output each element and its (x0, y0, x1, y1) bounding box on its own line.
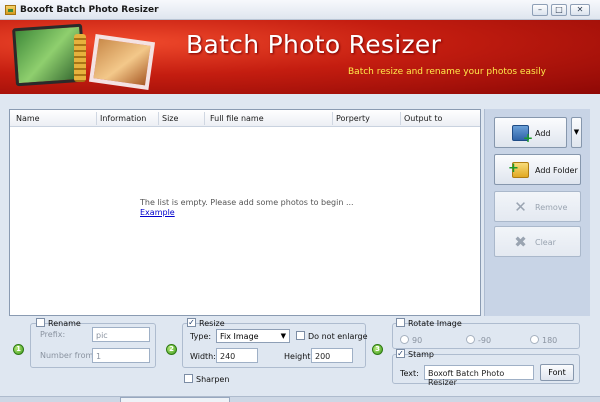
app-icon (5, 5, 16, 15)
add-photo-icon (512, 125, 533, 145)
column-header-information[interactable]: Information (100, 114, 146, 123)
rotate-minus-90-radio[interactable] (466, 335, 475, 344)
step-3-badge: 3 (372, 344, 383, 355)
stamp-label: Stamp (408, 350, 434, 359)
height-input[interactable]: 200 (311, 348, 353, 363)
font-button[interactable]: Font (540, 364, 574, 381)
banner-film-icon (74, 34, 86, 82)
step-2-badge: 2 (166, 344, 177, 355)
empty-list-message: The list is empty. Please add some photo… (140, 198, 354, 207)
add-dropdown-button[interactable]: ▼ (571, 117, 582, 148)
chevron-down-icon: ▼ (280, 332, 286, 340)
step-1-badge: 1 (13, 344, 24, 355)
close-button[interactable]: ✕ (570, 4, 590, 16)
rotate-image-label: Rotate Image (408, 319, 462, 328)
banner-title: Batch Photo Resizer (186, 30, 442, 59)
rotate-90-radio[interactable] (400, 335, 409, 344)
sharpen-label: Sharpen (196, 375, 230, 384)
add-folder-button[interactable]: Add Folder (494, 154, 581, 185)
prefix-label: Prefix: (40, 330, 66, 339)
column-separator (400, 112, 401, 125)
column-separator (332, 112, 333, 125)
add-button-label: Add (535, 129, 551, 138)
rotate-90-label: 90 (412, 336, 423, 345)
bottom-bar (0, 396, 600, 402)
remove-button[interactable]: ✕ Remove (494, 191, 581, 222)
remove-button-label: Remove (535, 203, 568, 212)
clear-button[interactable]: ✖ Clear (494, 226, 581, 257)
stamp-checkbox[interactable]: ✓ (396, 349, 405, 358)
bottom-tab[interactable] (120, 397, 230, 402)
file-list-header: Name Information Size Full file name Por… (10, 110, 480, 127)
column-separator (204, 112, 205, 125)
sharpen-checkbox[interactable] (184, 374, 193, 383)
add-folder-button-label: Add Folder (535, 166, 578, 175)
width-input[interactable]: 240 (216, 348, 258, 363)
clear-button-label: Clear (535, 238, 556, 247)
rename-checkbox[interactable] (36, 318, 45, 327)
rotate-image-checkbox[interactable] (396, 318, 405, 327)
column-header-name[interactable]: Name (16, 114, 40, 123)
number-from-label: Number from: (40, 351, 96, 360)
column-header-full-file-name[interactable]: Full file name (210, 114, 264, 123)
number-from-input[interactable]: 1 (92, 348, 150, 363)
do-not-enlarge-label: Do not enlarge (308, 332, 368, 341)
do-not-enlarge-checkbox[interactable] (296, 331, 305, 340)
type-label: Type: (190, 332, 212, 341)
prefix-input[interactable]: pic (92, 327, 150, 342)
rotate-180-radio[interactable] (530, 335, 539, 344)
remove-icon: ✕ (514, 198, 527, 216)
file-list[interactable]: Name Information Size Full file name Por… (9, 109, 481, 316)
minimize-button[interactable]: – (532, 4, 548, 16)
column-separator (96, 112, 97, 125)
banner-subtitle: Batch resize and rename your photos easi… (348, 67, 546, 77)
banner: Batch Photo Resizer Batch resize and ren… (0, 20, 600, 94)
column-header-size[interactable]: Size (162, 114, 178, 123)
resize-checkbox[interactable]: ✓ (187, 318, 196, 327)
window-title: Boxoft Batch Photo Resizer (20, 5, 159, 15)
clear-icon: ✖ (514, 233, 527, 251)
resize-label: Resize (199, 319, 225, 328)
rotate-minus-90-label: -90 (478, 336, 492, 345)
rename-label: Rename (48, 319, 81, 328)
resize-type-value: Fix Image (220, 332, 259, 341)
banner-photo-icon (88, 34, 156, 90)
rotate-180-label: 180 (542, 336, 558, 345)
column-header-output-to[interactable]: Output to (404, 114, 442, 123)
add-folder-icon (508, 161, 529, 178)
action-panel: Add ▼ Add Folder ✕ Remove ✖ Clear (484, 109, 590, 316)
options-panel: 1 Rename Prefix: pic Number from: 1 2 ✓ … (0, 316, 600, 402)
height-label: Height: (284, 352, 314, 361)
stamp-text-label: Text: (400, 369, 419, 378)
resize-type-select[interactable]: Fix Image ▼ (216, 329, 290, 343)
example-link[interactable]: Example (140, 208, 175, 217)
column-separator (158, 112, 159, 125)
maximize-button[interactable]: □ (551, 4, 567, 16)
width-label: Width: (190, 352, 216, 361)
title-bar: Boxoft Batch Photo Resizer – □ ✕ (0, 0, 600, 20)
add-button[interactable]: Add (494, 117, 567, 148)
stamp-text-input[interactable]: Boxoft Batch Photo Resizer (424, 365, 534, 387)
column-header-property[interactable]: Porperty (336, 114, 370, 123)
